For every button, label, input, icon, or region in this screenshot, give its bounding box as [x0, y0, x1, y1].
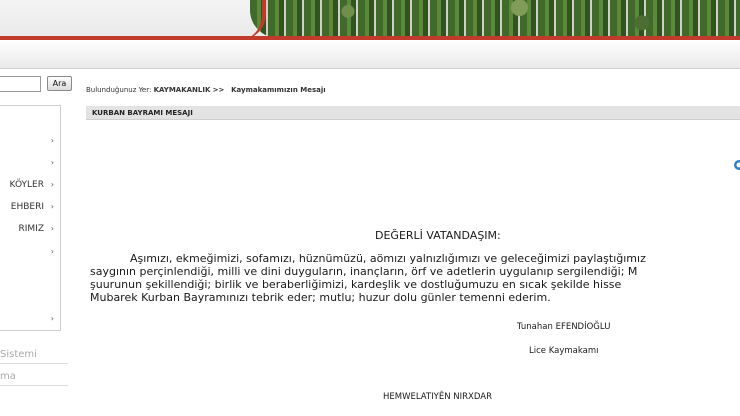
sidebar-menu: › › KÖYLER › EHBERI › RIMIZ › › › — [0, 105, 61, 331]
kurdish-heading: HEMWELATIYÊN NIRXDAR — [383, 392, 492, 402]
breadcrumb-current-page: Kaymakamımızın Mesajı — [231, 86, 326, 94]
header-landscape-photo — [250, 0, 740, 38]
chevron-right-icon: › — [50, 180, 54, 189]
nav-bar — [0, 40, 740, 69]
sidebar-item-rimiz[interactable]: RIMIZ › — [0, 221, 56, 237]
message-paragraph: Aşımızı, ekmeğimizi, sofamızı, hüznümüzü… — [90, 252, 740, 304]
sidebar-item-label: RIMIZ — [18, 224, 45, 234]
sidebar-item-label: KÖYLER — [9, 180, 44, 190]
breadcrumb: Bulunduğunuz Yer: KAYMAKANLIK >> Kaymaka… — [86, 84, 326, 96]
sidebar-item-2[interactable]: › — [0, 155, 56, 171]
breadcrumb-prefix: Bulunduğunuz Yer: — [86, 86, 152, 94]
paragraph-line: Aşımızı, ekmeğimizi, sofamızı, hüznümüzü… — [130, 252, 646, 265]
content-title: KURBAN BAYRAMI MESAJI — [86, 106, 740, 120]
chevron-right-icon: › — [50, 247, 54, 256]
signature-name: Tunahan EFENDİOĞLU — [517, 322, 611, 332]
message-heading: DEĞERLİ VATANDAŞIM: — [375, 229, 501, 242]
sidebar-item-koyler[interactable]: KÖYLER › — [0, 177, 56, 193]
sidebar-link-ma[interactable]: ma — [0, 369, 68, 386]
sidebar-item-label: EHBERI — [10, 202, 44, 212]
sidebar-link-sistemi[interactable]: Sistemi — [0, 347, 68, 364]
print-icon[interactable] — [729, 158, 740, 172]
sidebar-item-rehberi[interactable]: EHBERI › — [0, 199, 56, 215]
paragraph-line: Mubarek Kurban Bayramınızı tebrik eder; … — [90, 291, 551, 304]
chevron-right-icon: › — [50, 224, 54, 233]
sidebar-item-1[interactable]: › — [0, 133, 56, 149]
chevron-right-icon: › — [50, 136, 54, 145]
chevron-right-icon: › — [50, 158, 54, 167]
paragraph-line: saygının perçinlendiği, milli ve dini du… — [90, 265, 638, 278]
sidebar-item-6[interactable]: › — [0, 244, 56, 260]
search-input[interactable] — [0, 76, 41, 92]
breadcrumb-separator: >> — [212, 86, 225, 94]
paragraph-line: şuurunun şekillendiği; birlik ve beraber… — [90, 278, 622, 291]
chevron-right-icon: › — [50, 202, 54, 211]
chevron-right-icon: › — [50, 314, 54, 323]
signature-title: Lice Kaymakamı — [529, 346, 599, 356]
search-button[interactable]: Ara — [47, 76, 72, 91]
breadcrumb-section-link[interactable]: KAYMAKANLIK — [154, 86, 211, 94]
sidebar-item-7[interactable]: › — [0, 311, 56, 327]
